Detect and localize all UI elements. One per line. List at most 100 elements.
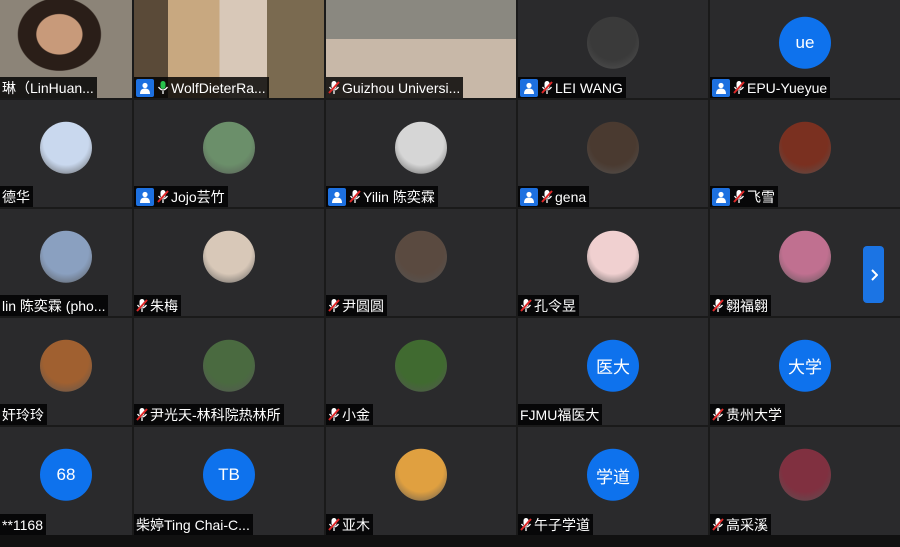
person-icon: [520, 187, 538, 206]
participant-tile[interactable]: 奸玲玲: [0, 318, 132, 425]
participant-name: 飞雪: [747, 188, 775, 205]
bottom-bar: [0, 535, 900, 547]
participant-name: gena: [555, 188, 587, 205]
participant-tile[interactable]: Jojo芸竹: [134, 100, 324, 207]
participant-tile[interactable]: Guizhou Universi...: [326, 0, 516, 98]
participant-tile[interactable]: lin 陈奕霖 (pho...: [0, 209, 132, 316]
person-icon: [520, 78, 538, 97]
participant-name-label: WolfDieterRa...: [134, 77, 269, 98]
participant-name-label: 翱福翱: [710, 295, 771, 316]
participant-tile[interactable]: TB 柴婷Ting Chai-C...: [134, 427, 324, 535]
person-icon: [712, 78, 730, 97]
avatar: [587, 230, 639, 283]
participant-name: 孔令昱: [534, 297, 576, 314]
participant-name-label: gena: [518, 186, 590, 207]
participant-tile[interactable]: gena: [518, 100, 708, 207]
avatar: [587, 121, 639, 174]
avatar: [203, 230, 255, 283]
avatar-initials: ue: [779, 16, 831, 69]
participant-tile[interactable]: WolfDieterRa...: [134, 0, 324, 98]
participant-name: LEI WANG: [555, 79, 623, 96]
participant-tile[interactable]: 琳（LinHuan...: [0, 0, 132, 98]
next-page-button[interactable]: [863, 246, 884, 303]
participant-name: EPU-Yueyue: [747, 79, 828, 96]
person-icon: [136, 78, 154, 97]
participant-name-label: Yilin 陈奕霖: [326, 186, 438, 207]
mic-muted-icon: [136, 408, 148, 421]
participant-name: 柴婷Ting Chai-C...: [136, 516, 250, 533]
mic-muted-icon: [520, 518, 532, 531]
participant-tile[interactable]: ue EPU-Yueyue: [710, 0, 900, 98]
participant-tile[interactable]: LEI WANG: [518, 0, 708, 98]
participant-name: 翱福翱: [726, 297, 768, 314]
participant-tile[interactable]: 孔令昱: [518, 209, 708, 316]
avatar: [203, 339, 255, 392]
participant-name-label: lin 陈奕霖 (pho...: [0, 295, 109, 316]
participant-name-label: 贵州大学: [710, 404, 785, 425]
participant-tile[interactable]: 尹圆圆: [326, 209, 516, 316]
mic-muted-icon: [520, 299, 532, 312]
participant-name-label: FJMU福医大: [518, 404, 603, 425]
participant-tile[interactable]: 尹光天-林科院热林所: [134, 318, 324, 425]
mic-muted-icon: [349, 190, 361, 203]
participant-name-label: 高采溪: [710, 514, 771, 535]
avatar: [40, 230, 92, 283]
participant-name-label: 德华: [0, 186, 33, 207]
participant-tile[interactable]: 小金: [326, 318, 516, 425]
participant-tile[interactable]: 医大 FJMU福医大: [518, 318, 708, 425]
participant-name: 高采溪: [726, 516, 768, 533]
avatar: [203, 121, 255, 174]
participant-tile[interactable]: 大学 贵州大学: [710, 318, 900, 425]
participant-name: 午子学道: [534, 516, 590, 533]
participant-name: Guizhou Universi...: [342, 79, 461, 96]
avatar: [395, 230, 447, 283]
avatar: [40, 339, 92, 392]
participant-name: Yilin 陈奕霖: [363, 188, 435, 205]
participant-name-label: 尹圆圆: [326, 295, 387, 316]
participant-name-label: Jojo芸竹: [134, 186, 228, 207]
mic-muted-icon: [541, 81, 553, 94]
avatar: [395, 121, 447, 174]
participant-tile[interactable]: 高采溪: [710, 427, 900, 535]
mic-muted-icon: [712, 299, 724, 312]
avatar: [395, 339, 447, 392]
participant-name: 小金: [342, 406, 370, 423]
mic-muted-icon: [328, 408, 340, 421]
participant-name: 尹圆圆: [342, 297, 384, 314]
participant-tile[interactable]: 德华: [0, 100, 132, 207]
mic-muted-icon: [328, 518, 340, 531]
chevron-right-icon: [870, 268, 878, 281]
mic-muted-icon: [712, 518, 724, 531]
participant-name: FJMU福医大: [520, 406, 600, 423]
participant-name-label: 奸玲玲: [0, 404, 47, 425]
participant-name-label: EPU-Yueyue: [710, 77, 831, 98]
participant-tile[interactable]: 飞雪: [710, 100, 900, 207]
participant-name-label: LEI WANG: [518, 77, 626, 98]
person-icon: [328, 187, 346, 206]
avatar: [587, 16, 639, 69]
mic-muted-icon: [733, 81, 745, 94]
participant-tile[interactable]: 朱梅: [134, 209, 324, 316]
participant-name: 朱梅: [150, 297, 178, 314]
participant-name-label: 尹光天-林科院热林所: [134, 404, 284, 425]
participant-name: 亚木: [342, 516, 370, 533]
participant-tile[interactable]: 亚木: [326, 427, 516, 535]
participant-name-label: **1168: [0, 514, 47, 535]
person-icon: [136, 187, 154, 206]
person-icon: [712, 187, 730, 206]
participant-tile[interactable]: Yilin 陈奕霖: [326, 100, 516, 207]
participant-name-label: Guizhou Universi...: [326, 77, 464, 98]
mic-muted-icon: [733, 190, 745, 203]
participant-name: 德华: [2, 188, 30, 205]
participant-name: lin 陈奕霖 (pho...: [2, 297, 106, 314]
avatar: [395, 448, 447, 501]
participant-name-label: 午子学道: [518, 514, 593, 535]
participant-name-label: 琳（LinHuan...: [0, 77, 97, 98]
gallery-grid: 琳（LinHuan... WolfDieterRa... Guizhou Unive…: [0, 0, 900, 535]
avatar-initials: 学道: [587, 448, 639, 501]
participant-name: Jojo芸竹: [171, 188, 225, 205]
participant-tile[interactable]: 学道午子学道: [518, 427, 708, 535]
participant-tile[interactable]: 68 **1168: [0, 427, 132, 535]
avatar: [40, 121, 92, 174]
participant-name: WolfDieterRa...: [171, 79, 266, 96]
